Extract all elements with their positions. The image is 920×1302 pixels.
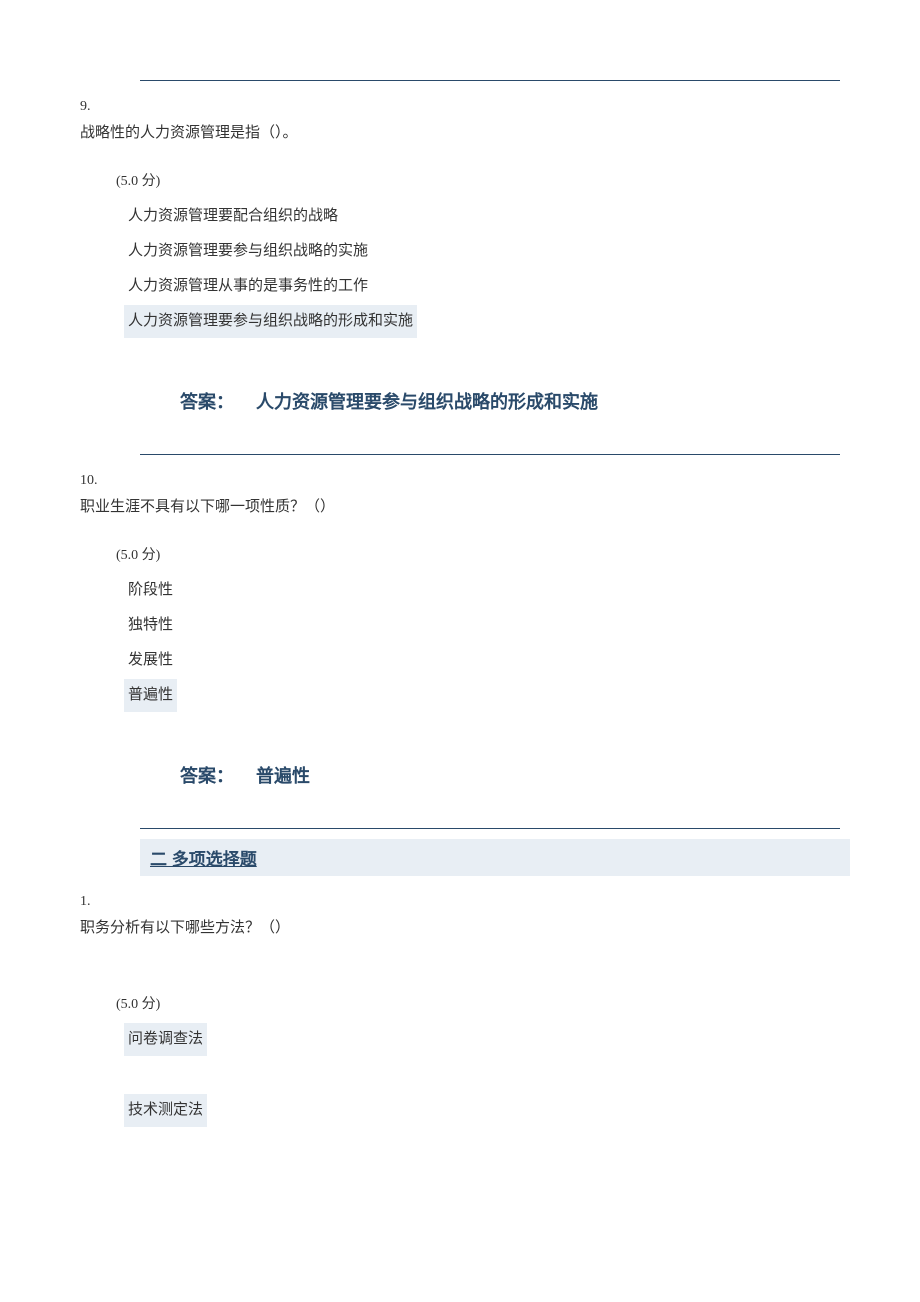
q9-option-c: 人力资源管理从事的是事务性的工作 [124,270,372,303]
q10-option-c: 发展性 [124,644,177,677]
q9-answer-text: 人力资源管理要参与组织战略的形成和实施 [256,388,598,414]
mcq1-option-a: 问卷调查法 [124,1023,207,1056]
q9-number: 9. [80,99,840,115]
q10-number: 10. [80,473,840,489]
mcq1-stem: 职务分析有以下哪些方法？（） [80,916,840,937]
q9-option-b: 人力资源管理要参与组织战略的实施 [124,235,372,268]
mcq1-option-b: 技术测定法 [124,1094,207,1127]
divider-q9 [140,454,840,455]
q10-option-d: 普遍性 [124,679,177,712]
q10-points: (5.0 分) [116,544,840,564]
q9-points: (5.0 分) [116,170,840,190]
divider-top [140,80,840,81]
section-2-header: 二 多项选择题 [140,839,850,876]
q9-option-a: 人力资源管理要配合组织的战略 [124,200,342,233]
q10-answer-text: 普遍性 [256,762,310,788]
q9-option-d: 人力资源管理要参与组织战略的形成和实施 [124,305,417,338]
q9-answer-label: 答案： [180,388,234,414]
q9-answer-block: 答案： 人力资源管理要参与组织战略的形成和实施 [180,388,840,414]
q10-answer-block: 答案： 普遍性 [180,762,840,788]
q10-answer-label: 答案： [180,762,234,788]
q9-stem: 战略性的人力资源管理是指（）。 [80,121,840,142]
q10-option-b: 独特性 [124,609,177,642]
mcq1-number: 1. [80,894,840,910]
mcq1-points: (5.0 分) [116,993,840,1013]
q10-stem: 职业生涯不具有以下哪一项性质？（） [80,495,840,516]
q10-option-a: 阶段性 [124,574,177,607]
